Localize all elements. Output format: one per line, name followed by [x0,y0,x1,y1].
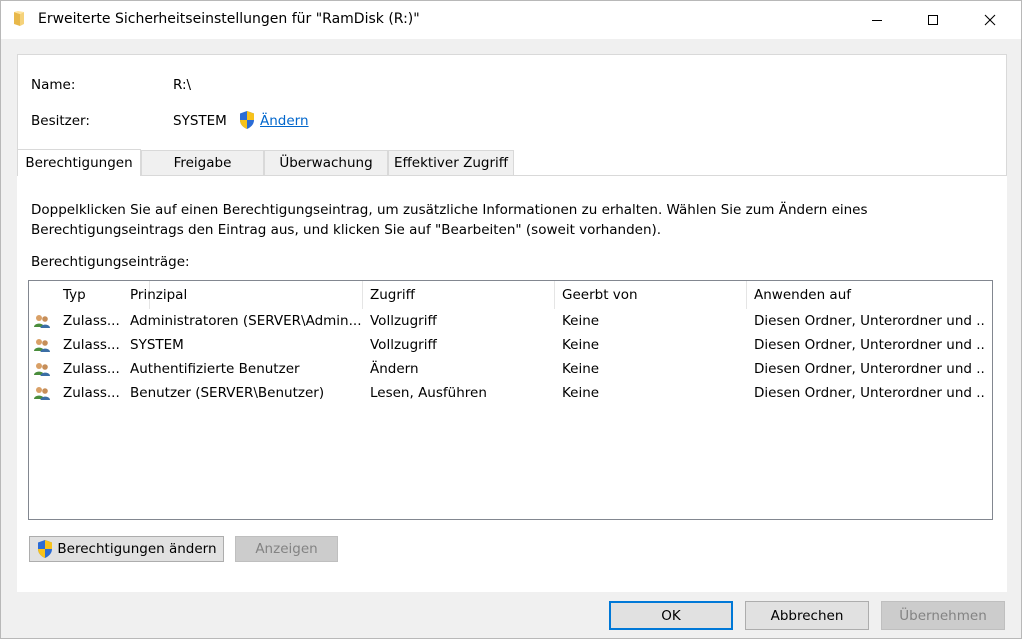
column-header-principal[interactable]: Prinzipal [123,281,363,309]
table-cell: Zulass... [63,361,120,377]
owner-change-link[interactable]: Ändern [260,113,309,129]
column-header-label: Prinzipal [130,287,188,303]
tab-auditing[interactable]: Überwachung [264,150,388,175]
close-button[interactable] [967,1,1013,39]
maximize-button[interactable] [910,1,956,39]
ok-button[interactable]: OK [609,601,733,630]
tab-effective-access[interactable]: Effektiver Zugriff [388,150,514,175]
maximize-icon [928,15,938,25]
folder-icon [14,11,24,26]
table-cell: Vollzugriff [370,313,437,329]
window-title: Erweiterte Sicherheitseinstellungen für … [38,11,420,27]
tab-permissions[interactable]: Berechtigungen [17,149,141,176]
table-cell: Zulass... [63,337,120,353]
change-permissions-button[interactable]: Berechtigungen ändern [29,536,224,562]
description-text: Doppelklicken Sie auf einen Berechtigung… [31,202,868,238]
cancel-button[interactable]: Abbrechen [745,601,869,630]
view-button: Anzeigen [235,536,338,562]
table-cell: Authentifizierte Benutzer [130,361,300,377]
users-icon [33,313,51,329]
table-cell: Keine [562,337,600,353]
permission-entries-list[interactable]: Typ Prinzipal Zugriff Geerbt von Anwende… [28,280,993,520]
table-cell: Zulass... [63,313,120,329]
tab-label: Freigabe [173,155,232,171]
owner-value: SYSTEM [173,113,227,129]
column-header-label: Typ [63,287,86,303]
name-label: Name: [31,77,76,93]
tab-label: Effektiver Zugriff [393,155,509,171]
table-row[interactable]: Zulass... Benutzer (SERVER\Benutzer) Lesen… [29,381,992,405]
table-cell: Keine [562,313,600,329]
dialog-window: Erweiterte Sicherheitseinstellungen für … [0,0,1022,639]
apply-button: Übernehmen [881,601,1005,630]
users-icon [33,385,51,401]
table-cell: Diesen Ordner, Unterordner und ... [754,313,984,329]
button-label: Anzeigen [255,541,318,557]
entries-label: Berechtigungseinträge: [31,254,190,270]
owner-label: Besitzer: [31,113,90,129]
column-header-access[interactable]: Zugriff [363,281,555,309]
users-icon [33,337,51,353]
uac-shield-icon [240,111,254,129]
table-cell: Zulass... [63,385,120,401]
button-label: OK [661,607,681,624]
button-label: Übernehmen [899,607,987,624]
table-row[interactable]: Zulass... Authentifizierte Benutzer Ändern… [29,357,992,381]
uac-shield-icon [38,540,53,558]
table-cell: Ändern [370,361,419,377]
table-cell: Keine [562,385,600,401]
title-bar[interactable]: Erweiterte Sicherheitseinstellungen für … [1,1,1021,39]
table-cell: Diesen Ordner, Unterordner und ... [754,361,984,377]
tab-sharing[interactable]: Freigabe [141,150,264,175]
table-cell: Keine [562,361,600,377]
column-header-applies-to[interactable]: Anwenden auf [747,281,992,309]
button-label: Abbrechen [770,607,844,624]
table-row[interactable]: Zulass... SYSTEM Vollzugriff Keine Diesen Or… [29,333,992,357]
table-row[interactable]: Zulass... Administratoren (SERVER\Admin..… [29,309,992,333]
button-label: Berechtigungen ändern [57,541,217,557]
tab-label: Überwachung [279,155,373,171]
minimize-icon [872,20,882,21]
column-header-label: Geerbt von [562,287,638,303]
name-value: R:\ [173,77,192,93]
table-cell: SYSTEM [130,337,184,353]
table-cell: Diesen Ordner, Unterordner und ... [754,337,984,353]
close-icon [984,14,996,26]
table-cell: Administratoren (SERVER\Admin... [130,313,362,329]
minimize-button[interactable] [854,1,900,39]
table-cell: Vollzugriff [370,337,437,353]
table-cell: Diesen Ordner, Unterordner und ... [754,385,984,401]
column-header-inherited-from[interactable]: Geerbt von [555,281,747,309]
table-cell: Lesen, Ausführen [370,385,487,401]
users-icon [33,361,51,377]
tab-label: Berechtigungen [25,155,133,171]
column-header-label: Anwenden auf [754,287,851,303]
column-header-label: Zugriff [370,287,415,303]
table-cell: Benutzer (SERVER\Benutzer) [130,385,325,401]
